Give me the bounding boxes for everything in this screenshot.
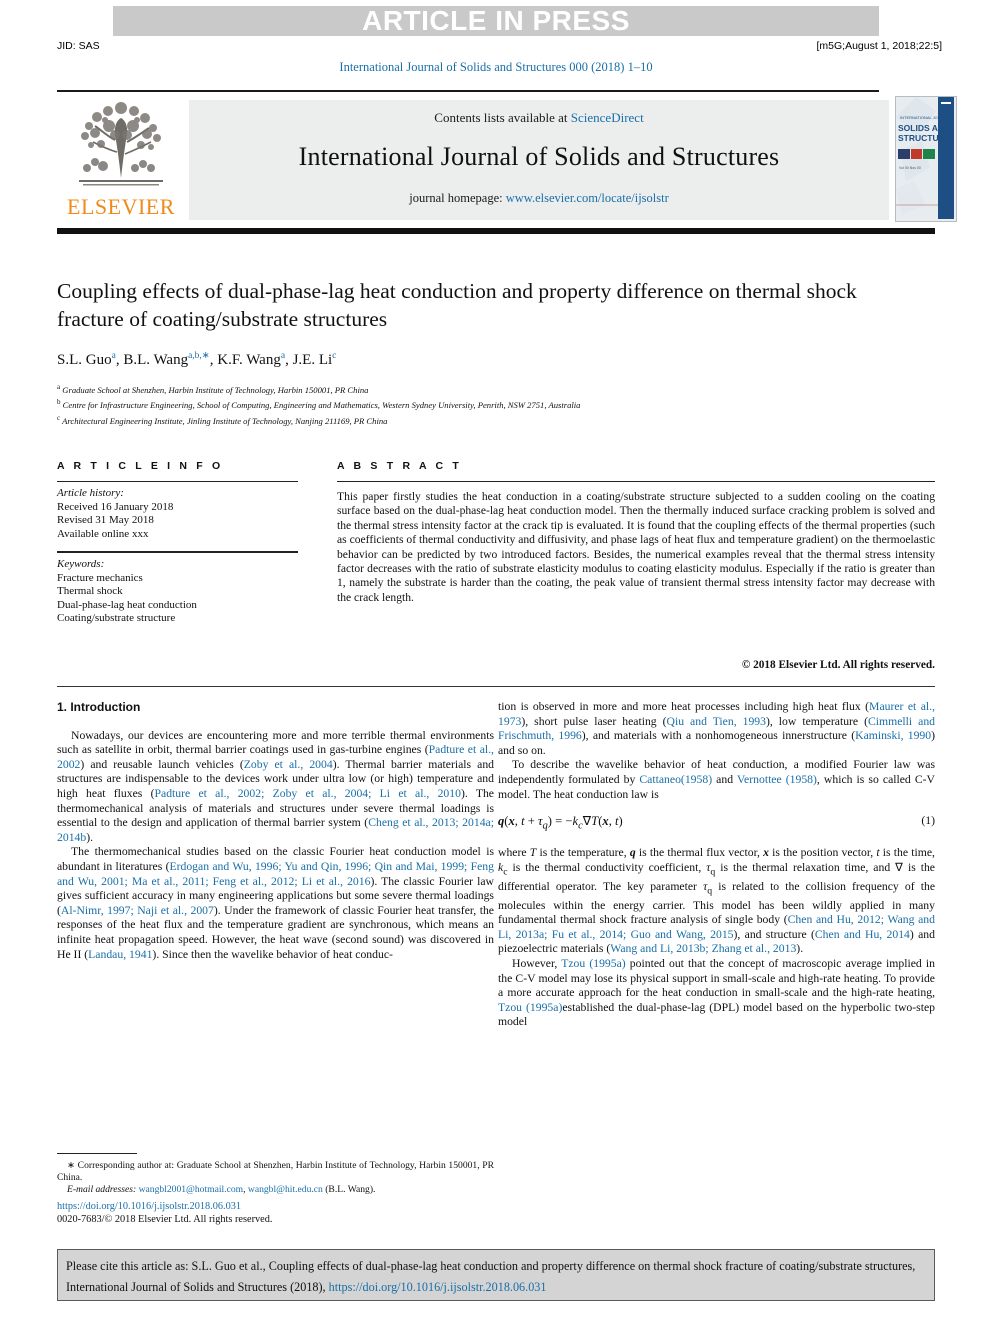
abstract-rule <box>337 481 935 482</box>
svg-text:SOLIDS AND: SOLIDS AND <box>898 123 950 133</box>
equation-1-body: q(x, t + τq) = −kc∇T(x, t) <box>498 814 623 832</box>
affiliation-a: a Graduate School at Shenzhen, Harbin In… <box>57 383 369 395</box>
citation[interactable]: Padture et al., 2002; Zoby et al., 2004;… <box>155 787 461 800</box>
paragraph: where T is the temperature, q is the the… <box>498 846 936 956</box>
typesetter-stamp: [m5G;August 1, 2018;22:5] <box>816 40 943 52</box>
affiliations: a Graduate School at Shenzhen, Harbin In… <box>57 381 887 427</box>
email-owner: (B.L. Wang). <box>325 1184 376 1196</box>
history-item: Available online xxx <box>57 527 149 540</box>
svg-text:STRUCTURES: STRUCTURES <box>898 133 954 143</box>
body-column-left: 1. Introduction Nowadays, our devices ar… <box>57 700 494 962</box>
contents-available-line: Contents lists available at ScienceDirec… <box>189 110 889 126</box>
journal-homepage-link[interactable]: www.elsevier.com/locate/ijsolstr <box>506 191 669 205</box>
journal-title: International Journal of Solids and Stru… <box>298 142 780 171</box>
author-list: S.L. Guoa, B.L. Wanga,b,∗, K.F. Wanga, J… <box>57 350 887 369</box>
citation[interactable]: Cattaneo(1958) <box>639 773 712 786</box>
abstract-body: This paper firstly studies the heat cond… <box>337 490 935 604</box>
article-info-heading: A R T I C L E I N F O <box>57 460 224 472</box>
masthead-top-rule <box>57 90 879 92</box>
email-note: E-mail addresses: wangbl2001@hotmail.com… <box>67 1184 376 1196</box>
citation[interactable]: Kaminski, 1990 <box>855 729 931 742</box>
running-head: International Journal of Solids and Stru… <box>339 60 653 74</box>
masthead-bottom-rule <box>57 228 935 234</box>
article-info-rule-top <box>57 481 298 482</box>
keywords-label: Keywords: <box>57 558 105 570</box>
citation[interactable]: Cheng et al., 2013; 2014a; 2014b <box>57 816 494 844</box>
author-affil-marker: a <box>280 351 286 361</box>
svg-text:INTERNATIONAL JOURNAL OF: INTERNATIONAL JOURNAL OF <box>900 115 954 120</box>
citation[interactable]: Wang and Li, 2013b; Zhang et al., 2013 <box>610 942 796 955</box>
svg-text:Vol 00 Nos 00: Vol 00 Nos 00 <box>899 166 921 170</box>
elsevier-wordmark: ELSEVIER <box>67 194 175 219</box>
author-affil-marker: c <box>332 351 337 361</box>
paper-page: ARTICLE IN PRESS JID: SAS [m5G;August 1,… <box>0 0 992 1323</box>
article-history-label: Article history: <box>57 487 124 499</box>
author-affil-marker: a <box>111 351 116 361</box>
journal-cover-thumbnail: INTERNATIONAL JOURNAL OF SOLIDS AND STRU… <box>895 96 957 222</box>
cover-art: INTERNATIONAL JOURNAL OF SOLIDS AND STRU… <box>896 97 956 219</box>
footnote-rule <box>57 1153 137 1154</box>
keyword-item: Thermal shock <box>57 585 123 598</box>
affiliation-b: b Centre for Infrastructure Engineering,… <box>57 398 581 411</box>
citation[interactable]: Zoby et al., 2004 <box>244 758 333 771</box>
article-info-rule-mid <box>57 551 298 553</box>
citation[interactable]: Tzou (1995a) <box>561 957 625 970</box>
article-in-press-label: ARTICLE IN PRESS <box>362 5 630 36</box>
footnote-block: ∗ Corresponding author at: Graduate Scho… <box>57 1160 494 1197</box>
article-history-block: Article history: Received 16 January 201… <box>57 487 307 541</box>
equation-1: q(x, t + τq) = −kc∇T(x, t) (1) <box>498 814 935 834</box>
elsevier-logo: ELSEVIER <box>57 96 185 224</box>
citation[interactable]: Al-Nimr, 1997; Naji et al., 2007 <box>61 904 214 917</box>
journal-masthead: ELSEVIER Contents lists available at Sci… <box>57 96 957 224</box>
journal-id-label: JID: SAS <box>57 40 100 52</box>
keyword-item: Fracture mechanics <box>57 571 143 584</box>
keyword-item: Coating/substrate structure <box>57 612 176 625</box>
paragraph: tion is observed in more and more heat p… <box>498 700 936 757</box>
issn-copyright-line: 0020-7683/© 2018 Elsevier Ltd. All right… <box>57 1214 273 1225</box>
keywords-block: Keywords: Fracture mechanics Thermal sho… <box>57 558 307 626</box>
cite-this-article-text: Please cite this article as: S.L. Guo et… <box>66 1256 928 1298</box>
author-affil-marker: a,b,∗ <box>188 351 210 361</box>
paragraph: However, Tzou (1995a) pointed out that t… <box>498 957 935 1029</box>
doi-block: https://doi.org/10.1016/j.ijsolstr.2018.… <box>57 1200 494 1226</box>
journal-homepage-line: journal homepage: www.elsevier.com/locat… <box>189 191 889 206</box>
body-top-rule <box>57 686 935 687</box>
citation[interactable]: Vernottee (1958) <box>737 773 817 786</box>
citation[interactable]: Tzou (1995a) <box>498 1001 562 1014</box>
cite-doi-link[interactable]: https://doi.org/10.1016/j.ijsolstr.2018.… <box>329 1280 547 1294</box>
paragraph: To describe the wavelike behavior of hea… <box>498 758 935 801</box>
email-link-1[interactable]: wangbl2001@hotmail.com <box>139 1184 244 1195</box>
citation[interactable]: Erdogan and Wu, 1996; Yu and Qin, 1996; … <box>57 860 494 888</box>
history-item: Revised 31 May 2018 <box>57 514 154 527</box>
elsevier-tree-icon <box>79 102 163 186</box>
doi-link[interactable]: https://doi.org/10.1016/j.ijsolstr.2018.… <box>57 1201 241 1212</box>
corresponding-author-note: ∗ Corresponding author at: Graduate Scho… <box>57 1160 494 1184</box>
author-names: S.L. Guoa, B.L. Wanga,b,∗, K.F. Wanga, J… <box>57 351 337 368</box>
history-item: Received 16 January 2018 <box>57 500 174 513</box>
paragraph: Nowadays, our devices are encountering m… <box>57 728 495 844</box>
contents-prefix: Contents lists available at <box>434 110 571 125</box>
homepage-prefix: journal homepage: <box>409 191 506 205</box>
email-label: E-mail addresses: <box>67 1184 137 1196</box>
copyright-line: © 2018 Elsevier Ltd. All rights reserved… <box>741 659 935 671</box>
sciencedirect-link[interactable]: ScienceDirect <box>571 110 644 125</box>
page-title: Coupling effects of dual-phase-lag heat … <box>57 279 857 331</box>
section-heading-introduction: 1. Introduction <box>57 700 141 714</box>
body-column-right: tion is observed in more and more heat p… <box>498 700 935 1030</box>
email-link-2[interactable]: wangbl@hit.edu.cn <box>248 1184 323 1195</box>
abstract-heading: A B S T R A C T <box>337 460 462 472</box>
equation-1-number: (1) <box>921 814 935 828</box>
citation[interactable]: Landau, 1941 <box>88 948 152 961</box>
keyword-item: Dual-phase-lag heat conduction <box>57 598 197 611</box>
affiliation-c: c Architectural Engineering Institute, J… <box>57 413 388 426</box>
citation[interactable]: Qiu and Tien, 1993 <box>667 715 766 728</box>
paragraph: The thermomechanical studies based on th… <box>57 845 494 961</box>
citation[interactable]: Chen and Hu, 2014 <box>815 928 910 941</box>
